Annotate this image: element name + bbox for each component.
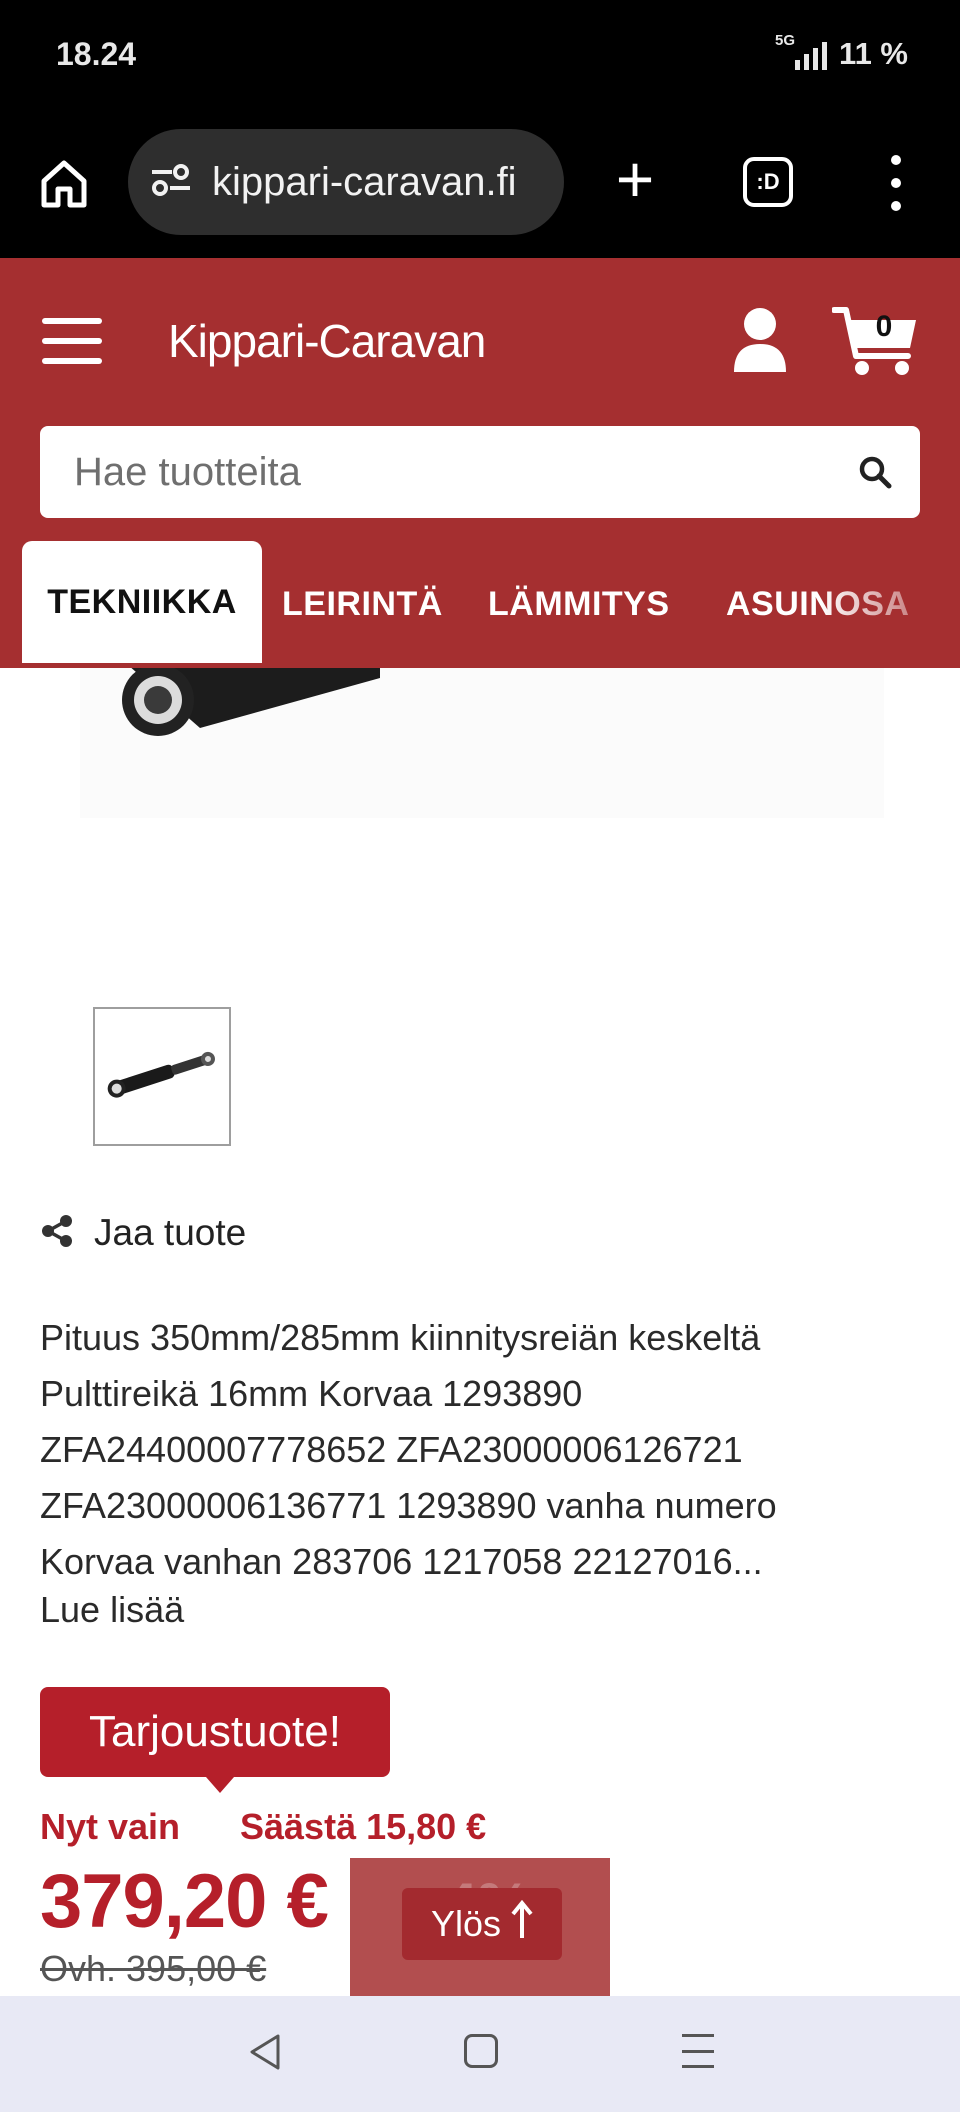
read-more-link[interactable]: Lue lisää: [40, 1589, 184, 1631]
share-product[interactable]: Jaa tuote: [40, 1212, 246, 1254]
offer-badge: Tarjoustuote!: [40, 1687, 390, 1793]
arrow-up-icon: [511, 1899, 533, 1949]
system-navigation-bar: [0, 1996, 960, 2112]
signal-icon: 5G: [775, 32, 829, 70]
site-logo[interactable]: Kippari-Caravan: [168, 314, 486, 368]
tab-tekniikka[interactable]: TEKNIIKKA: [22, 541, 262, 663]
category-tabs: TEKNIIKKA LEIRINTÄ LÄMMITYS ASUINOSA: [0, 541, 960, 668]
network-type: 5G: [775, 32, 796, 49]
tabs-fade-overlay: [820, 541, 960, 668]
search-input[interactable]: [40, 426, 830, 518]
home-nav-icon[interactable]: [464, 2034, 498, 2068]
user-account-icon[interactable]: [730, 306, 790, 372]
description-line: Pituus 350mm/285mm kiinnitysreiän keskel…: [40, 1317, 761, 1358]
battery-level: 11 %: [839, 36, 908, 71]
tab-lammitys[interactable]: LÄMMITYS: [488, 541, 670, 668]
description-line: Korvaa vanhan 283706 1217058 22127016...: [40, 1541, 763, 1582]
address-bar[interactable]: kippari-caravan.fi: [128, 129, 564, 235]
new-tab-icon[interactable]: +: [605, 146, 665, 212]
tab-switcher-button[interactable]: :D: [743, 157, 793, 207]
home-icon[interactable]: [36, 155, 92, 211]
product-image[interactable]: [80, 668, 884, 818]
site-settings-icon[interactable]: [150, 163, 192, 202]
status-indicators: 5G 11 %: [775, 32, 908, 72]
tab-leirinta[interactable]: LEIRINTÄ: [282, 541, 443, 668]
search-icon[interactable]: [830, 426, 920, 518]
share-label: Jaa tuote: [94, 1212, 247, 1253]
recents-icon[interactable]: [682, 2034, 714, 2068]
original-price: Ovh. 395,00 €: [40, 1948, 267, 1989]
browser-toolbar: kippari-caravan.fi + :D: [0, 115, 960, 258]
savings-label: Säästä 15,80 €: [240, 1806, 487, 1847]
url-text: kippari-caravan.fi: [212, 159, 517, 204]
description-line: ZFA23000006136771 1293890 vanha numero: [40, 1485, 777, 1526]
status-bar: 18.24 5G 11 %: [0, 0, 960, 115]
browser-menu-icon[interactable]: [888, 155, 904, 211]
hamburger-menu-icon[interactable]: [42, 318, 102, 364]
description-line: ZFA24400007778652 ZFA23000006126721: [40, 1429, 743, 1470]
search-bar: [40, 426, 920, 518]
share-icon: [40, 1214, 74, 1253]
cart-count-badge: 0: [875, 310, 893, 343]
current-price: 379,20 €: [40, 1859, 329, 1944]
description-line: Pulttireikä 16mm Korvaa 1293890: [40, 1373, 583, 1414]
now-only-label: Nyt vain: [40, 1806, 181, 1847]
scroll-up-button[interactable]: Ylös: [402, 1888, 562, 1960]
product-thumbnail[interactable]: [93, 1007, 231, 1146]
scroll-up-label: Ylös: [430, 1903, 502, 1944]
back-icon[interactable]: [246, 2032, 286, 2072]
status-time: 18.24: [56, 36, 137, 72]
site-header: Kippari-Caravan 0 TEKNIIKKA LEIRINTÄ LÄM…: [0, 258, 960, 668]
product-description: Pituus 350mm/285mm kiinnitysreiän keskel…: [40, 1310, 920, 1590]
